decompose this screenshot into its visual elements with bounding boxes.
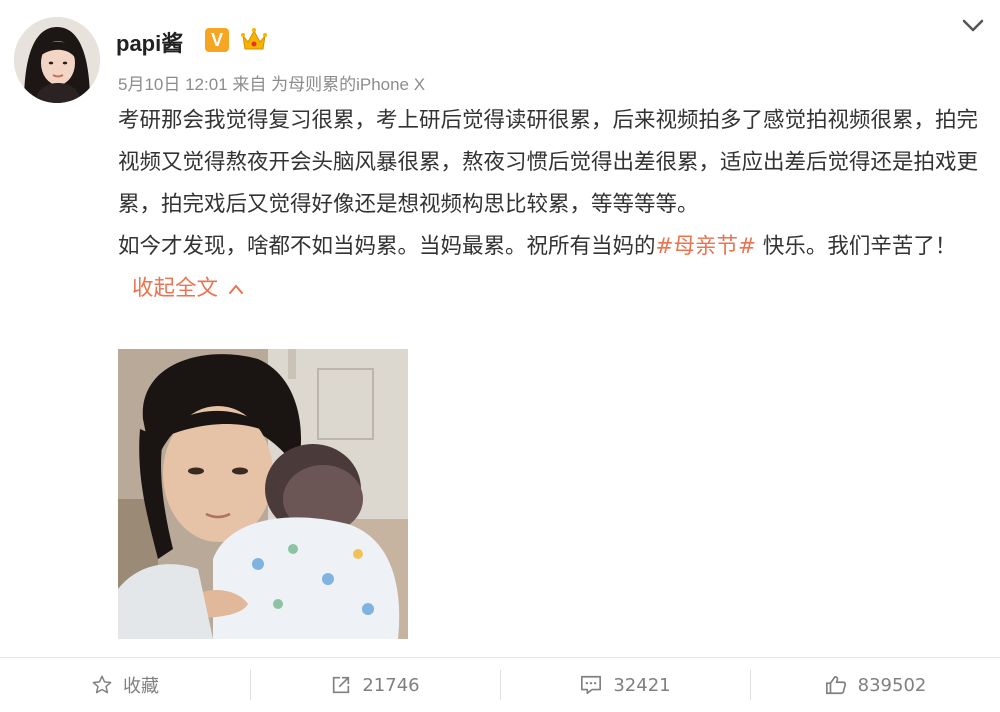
post-paragraph-2: 如今才发现，啥都不如当妈累。当妈最累。祝所有当妈的#母亲节# 快乐。我们辛苦了！…	[118, 226, 978, 311]
post-photo[interactable]	[118, 349, 408, 639]
thumbs-up-icon	[825, 675, 846, 695]
collapse-text-link[interactable]: 收起全文	[132, 276, 244, 301]
like-button[interactable]: 839502	[750, 658, 1000, 712]
action-bar: 收藏 21746 32421 839502	[0, 658, 1000, 712]
crown-icon	[241, 28, 267, 50]
verified-badge: V	[205, 28, 229, 52]
avatar[interactable]	[14, 17, 100, 103]
comment-icon	[581, 675, 602, 695]
repost-count: 21746	[362, 674, 420, 696]
post-paragraph-1: 考研那会我觉得复习很累，考上研后觉得读研很累，后来视频拍多了感觉拍视频很累，拍完…	[118, 108, 979, 217]
hashtag-link[interactable]: #母亲节#	[656, 234, 757, 259]
username[interactable]: papi酱	[116, 26, 183, 58]
collapse-label: 收起全文	[132, 276, 219, 301]
repost-icon	[333, 676, 350, 694]
post-meta: 5月10日 12:01 来自 为母则累的iPhone X	[118, 75, 426, 94]
paragraph-2-text: 如今才发现，啥都不如当妈累。当妈最累。祝所有当妈的	[118, 234, 656, 259]
chevron-down-icon[interactable]	[960, 15, 986, 37]
comment-button[interactable]: 32421	[500, 658, 750, 712]
star-icon	[92, 675, 112, 694]
post-body: 考研那会我觉得复习很累，考上研后觉得读研很累，后来视频拍多了感觉拍视频很累，拍完…	[118, 100, 978, 311]
favorite-label: 收藏	[123, 676, 159, 697]
favorite-button[interactable]: 收藏	[0, 658, 250, 712]
chevron-up-icon	[228, 269, 244, 311]
comment-count: 32421	[613, 674, 671, 696]
like-count: 839502	[857, 674, 927, 696]
paragraph-2-text-end: 快乐。我们辛苦了！	[756, 234, 957, 259]
repost-button[interactable]: 21746	[250, 658, 500, 712]
